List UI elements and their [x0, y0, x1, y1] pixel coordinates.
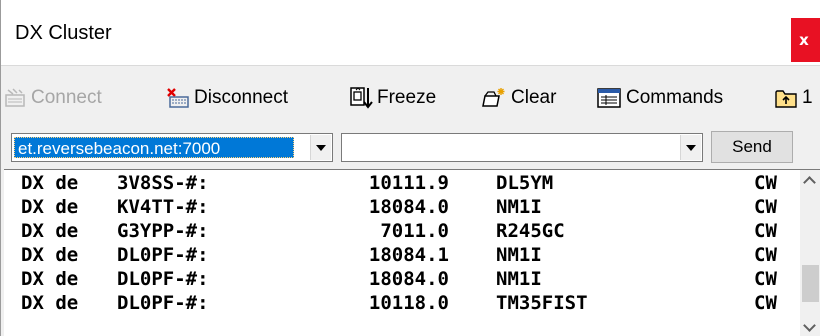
clear-button[interactable]: Clear	[481, 84, 556, 112]
connect-button[interactable]: Connect	[3, 84, 102, 112]
spot-dx-call: NM1I	[496, 196, 542, 218]
spot-mode: CW	[754, 196, 777, 218]
spot-prefix-spotter: DX de G3YPP-#:	[21, 220, 209, 242]
spot-prefix: DX de	[21, 220, 79, 242]
clear-label: Clear	[511, 87, 557, 108]
spot-spotter: G3YPP-#:	[117, 220, 209, 242]
spot-frequency: 18084.0	[368, 268, 449, 290]
spot-prefix: DX de	[21, 268, 79, 290]
scroll-down-icon[interactable]	[800, 317, 820, 336]
host-dropdown-arrow-icon[interactable]	[310, 135, 331, 160]
scroll-up-icon[interactable]	[800, 170, 820, 190]
commands-label: Commands	[626, 87, 724, 108]
command-value[interactable]	[344, 137, 350, 158]
spot-mode: CW	[754, 220, 777, 242]
clear-icon	[482, 88, 505, 107]
freeze-icon	[350, 87, 373, 109]
spot-mode: CW	[754, 244, 777, 266]
spot-prefix-spotter: DX de 3V8SS-#:	[21, 172, 209, 194]
spot-row[interactable]: DX de KV4TT-#: 18084.0 NM1I CW	[4, 196, 801, 220]
spot-dx-call: DL5YM	[496, 172, 554, 194]
host-combobox[interactable]: et.reversebeacon.net:7000	[11, 133, 333, 162]
command-combobox[interactable]	[341, 133, 703, 162]
disconnect-icon	[167, 88, 189, 108]
spot-frequency: 7011.0	[380, 220, 449, 242]
spot-prefix-spotter: DX de KV4TT-#:	[21, 196, 209, 218]
spot-prefix: DX de	[21, 172, 79, 194]
spot-spotter: DL0PF-#:	[117, 244, 209, 266]
disconnect-label: Disconnect	[194, 87, 288, 108]
send-button[interactable]: Send	[711, 131, 793, 163]
title-bar[interactable]: DX Cluster x	[1, 0, 820, 66]
spot-row[interactable]: DX de G3YPP-#: 7011.0 R245GC CW	[4, 220, 801, 244]
scroll-thumb[interactable]	[802, 265, 819, 302]
spot-spotter: 3V8SS-#:	[117, 172, 209, 194]
spot-dx-call: NM1I	[496, 244, 542, 266]
vertical-scrollbar[interactable]	[800, 170, 820, 336]
spot-mode: CW	[754, 292, 777, 314]
host-value[interactable]: et.reversebeacon.net:7000	[14, 137, 294, 158]
spot-row[interactable]: DX de 3V8SS-#: 10111.9 DL5YM CW	[4, 172, 801, 196]
commands-icon	[597, 88, 621, 108]
spot-prefix-spotter: DX de DL0PF-#:	[21, 292, 209, 314]
spot-row[interactable]: DX de DL0PF-#: 10118.0 TM35FIST CW	[4, 292, 801, 316]
spot-mode: CW	[754, 172, 777, 194]
commands-button[interactable]: Commands	[596, 84, 723, 112]
connect-icon	[5, 88, 25, 107]
spot-prefix-spotter: DX de DL0PF-#:	[21, 244, 209, 266]
spot-row[interactable]: DX de DL0PF-#: 18084.1 NM1I CW	[4, 244, 801, 268]
spot-prefix: DX de	[21, 292, 79, 314]
spot-frequency: 10111.9	[368, 172, 449, 194]
freeze-label: Freeze	[377, 87, 437, 108]
disconnect-button[interactable]: Disconnect	[166, 84, 288, 112]
spot-mode: CW	[754, 268, 777, 290]
close-button[interactable]: x	[791, 18, 820, 62]
spot-dx-call: NM1I	[496, 268, 542, 290]
partial-toolbar-button[interactable]: 1	[774, 84, 813, 112]
spot-spotter: DL0PF-#:	[117, 292, 209, 314]
connect-label: Connect	[31, 87, 102, 108]
spot-frequency: 18084.1	[368, 244, 449, 266]
spot-row[interactable]: DX de DL0PF-#: 18084.0 NM1I CW	[4, 268, 801, 292]
spot-prefix-spotter: DX de DL0PF-#:	[21, 268, 209, 290]
spot-spotter: KV4TT-#:	[117, 196, 209, 218]
spot-prefix: DX de	[21, 196, 79, 218]
spot-spotter: DL0PF-#:	[117, 268, 209, 290]
window-title: DX Cluster	[15, 22, 112, 44]
freeze-button[interactable]: Freeze	[349, 84, 436, 112]
spot-dx-call: TM35FIST	[496, 292, 588, 314]
spot-prefix: DX de	[21, 244, 79, 266]
spot-dx-call: R245GC	[496, 220, 565, 242]
folder-up-icon	[775, 90, 797, 108]
toolbar: Connect Disconnect Freeze Clear Commands…	[1, 67, 820, 127]
partial-toolbar-label: 1	[802, 87, 813, 108]
input-row: et.reversebeacon.net:7000 Send	[1, 128, 820, 168]
spot-list[interactable]: DX de 3V8SS-#: 10111.9 DL5YM CW DX de KV4TT-#:…	[4, 169, 820, 336]
dx-cluster-window: DX Cluster x Connect Disconnect Freeze C…	[0, 0, 820, 336]
spot-frequency: 10118.0	[368, 292, 449, 314]
command-dropdown-arrow-icon[interactable]	[680, 135, 701, 160]
spot-frequency: 18084.0	[368, 196, 449, 218]
